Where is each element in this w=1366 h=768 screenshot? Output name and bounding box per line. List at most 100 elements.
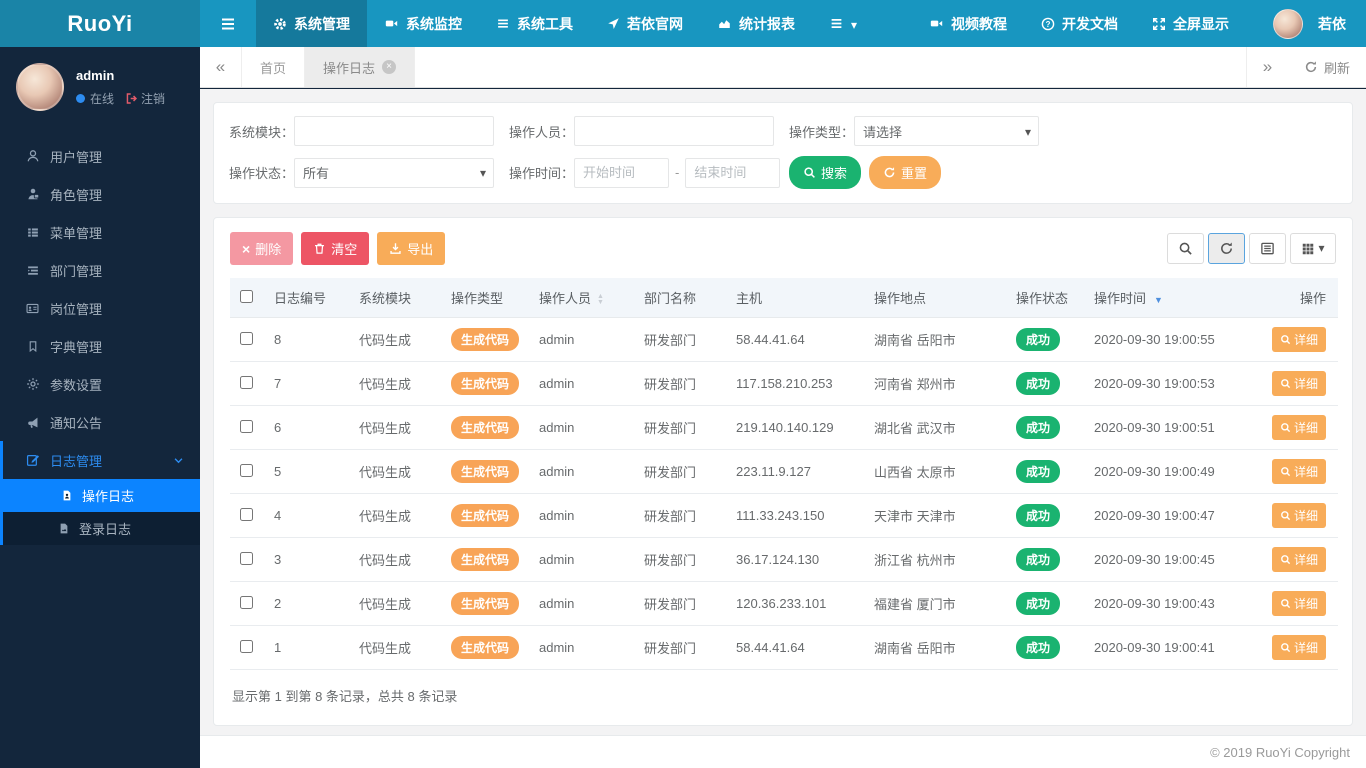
operator-input[interactable] xyxy=(574,116,774,146)
clear-button[interactable]: 清空 xyxy=(301,232,370,265)
topnav-item-系统监控[interactable]: 系统监控 xyxy=(367,0,479,47)
status-badge: 成功 xyxy=(1016,416,1061,439)
sidebar-item-部门管理[interactable]: 部门管理 xyxy=(0,251,200,289)
detail-button[interactable]: 详细 xyxy=(1271,415,1326,440)
app-logo[interactable]: RuoYi xyxy=(0,0,200,47)
user-menu[interactable]: 若依 xyxy=(1256,0,1366,47)
refresh-icon xyxy=(883,166,896,179)
time-end-input[interactable] xyxy=(685,157,781,188)
tab-refresh-button[interactable]: 刷新 xyxy=(1288,47,1366,87)
tabs-scroll-left-button[interactable] xyxy=(200,47,242,87)
topnav-item-视频教程[interactable]: 视频教程 xyxy=(912,0,1024,47)
sidebar-item-用户管理[interactable]: 用户管理 xyxy=(0,137,200,175)
export-button[interactable]: 导出 xyxy=(377,232,446,265)
table-toolbar: 删除 清空 导出 xyxy=(230,232,1336,265)
sidebar-item-通知公告[interactable]: 通知公告 xyxy=(0,403,200,441)
topnav-item-系统管理[interactable]: 系统管理 xyxy=(256,0,367,47)
status-badge: 成功 xyxy=(1016,636,1061,659)
topnav-item-开发文档[interactable]: ? 开发文档 xyxy=(1024,0,1135,47)
log-id-cell: 5 xyxy=(266,449,351,494)
status-badge: 成功 xyxy=(1016,372,1061,395)
detail-button[interactable]: 详细 xyxy=(1271,635,1326,660)
detail-button[interactable]: 详细 xyxy=(1271,459,1326,484)
page-tabs-bar: 首页 操作日志 刷新 xyxy=(200,47,1366,88)
column-header-操作人员[interactable]: 操作人员 xyxy=(531,278,636,318)
pagination-summary: 显示第 1 到第 8 条记录，总共 8 条记录 xyxy=(232,689,458,704)
host-cell: 111.33.243.150 xyxy=(728,493,866,538)
topnav-item-统计报表[interactable]: 统计报表 xyxy=(700,0,812,47)
gear-icon xyxy=(273,17,287,31)
table-refresh-button[interactable] xyxy=(1208,233,1245,264)
row-checkbox[interactable] xyxy=(239,375,253,389)
detail-button[interactable]: 详细 xyxy=(1271,503,1326,528)
status-cell: 成功 xyxy=(1008,449,1086,494)
detail-button[interactable]: 详细 xyxy=(1271,327,1326,352)
row-checkbox[interactable] xyxy=(239,463,253,477)
row-checkbox[interactable] xyxy=(239,507,253,521)
type-cell: 生成代码 xyxy=(443,405,531,450)
column-header-label: 主机 xyxy=(736,291,763,306)
row-checkbox[interactable] xyxy=(239,419,253,433)
sidebar-submenu: 操作日志登录日志 xyxy=(0,479,200,545)
close-icon[interactable] xyxy=(382,60,397,74)
sidebar-item-字典管理[interactable]: 字典管理 xyxy=(0,327,200,365)
row-checkbox[interactable] xyxy=(239,639,253,653)
sidebar-user-name: admin xyxy=(76,67,115,83)
host-cell: 219.140.140.129 xyxy=(728,405,866,450)
table-detail-view-button[interactable] xyxy=(1249,233,1286,264)
avatar[interactable] xyxy=(16,63,64,111)
table-columns-button[interactable] xyxy=(1290,233,1336,264)
status-select[interactable]: 所有 xyxy=(294,157,494,188)
delete-button[interactable]: 删除 xyxy=(230,232,294,265)
sidebar-item-岗位管理[interactable]: 岗位管理 xyxy=(0,289,200,327)
table-row: 6 代码生成 生成代码 admin 研发部门 219.140.140.129 湖… xyxy=(230,405,1338,450)
sidebar-toggle-button[interactable] xyxy=(200,0,256,47)
search-icon xyxy=(1280,334,1291,345)
row-checkbox[interactable] xyxy=(239,551,253,565)
table-row: 2 代码生成 生成代码 admin 研发部门 120.36.233.101 福建… xyxy=(230,581,1338,626)
sidebar-item-label: 登录日志 xyxy=(79,522,132,537)
location-cell: 河南省 郑州市 xyxy=(866,361,1008,406)
search-icon xyxy=(1280,510,1291,521)
sidebar-item-菜单管理[interactable]: 菜单管理 xyxy=(0,213,200,251)
sidebar: admin 在线 注销 用户管理 角色管理 菜单管理 部门管理 岗位管理 字典管理参数设置… xyxy=(0,47,200,768)
row-checkbox[interactable] xyxy=(239,595,253,609)
type-select[interactable]: 请选择 xyxy=(854,116,1039,146)
sidebar-item-日志管理[interactable]: 日志管理 xyxy=(0,441,200,479)
type-badge: 生成代码 xyxy=(451,460,520,483)
user-icon xyxy=(25,149,40,163)
nav-item-label: 系统监控 xyxy=(406,15,462,32)
sidebar-item-操作日志[interactable]: 操作日志 xyxy=(3,479,200,512)
sidebar-item-label: 参数设置 xyxy=(50,377,103,393)
time-cell: 2020-09-30 19:00:45 xyxy=(1086,537,1258,582)
tabs-scroll-right-button[interactable] xyxy=(1245,47,1288,87)
detail-button[interactable]: 详细 xyxy=(1271,591,1326,616)
sidebar-item-角色管理[interactable]: 角色管理 xyxy=(0,175,200,213)
logout-button[interactable]: 注销 xyxy=(125,90,165,107)
row-checkbox[interactable] xyxy=(239,331,253,345)
topnav-item-全屏显示[interactable]: 全屏显示 xyxy=(1135,0,1246,47)
type-badge: 生成代码 xyxy=(451,592,520,615)
tab-operation-log[interactable]: 操作日志 xyxy=(305,47,416,87)
online-status-label: 在线 xyxy=(90,91,115,106)
detail-button[interactable]: 详细 xyxy=(1271,547,1326,572)
sidebar-item-参数设置[interactable]: 参数设置 xyxy=(0,365,200,403)
topnav-item-系统工具[interactable]: 系统工具 xyxy=(479,0,590,47)
module-input[interactable] xyxy=(294,116,494,146)
detail-button[interactable]: 详细 xyxy=(1271,371,1326,396)
hamburger-icon xyxy=(829,17,844,30)
tab-home[interactable]: 首页 xyxy=(242,47,306,87)
time-start-input[interactable] xyxy=(574,157,669,188)
reset-button[interactable]: 重置 xyxy=(869,156,942,189)
search-button[interactable]: 搜索 xyxy=(789,156,862,189)
sidebar-item-登录日志[interactable]: 登录日志 xyxy=(0,512,200,545)
topnav-item-若依官网[interactable]: 若依官网 xyxy=(590,0,700,47)
select-all-checkbox[interactable] xyxy=(239,289,253,303)
table-search-toggle-button[interactable] xyxy=(1167,233,1204,264)
sort-desc-icon[interactable] xyxy=(1154,295,1163,305)
hamburger-icon xyxy=(219,16,237,32)
refresh-icon xyxy=(1304,60,1318,74)
column-header-操作时间[interactable]: 操作时间 xyxy=(1086,278,1258,318)
topnav-item-more[interactable] xyxy=(812,0,874,47)
sort-icon[interactable] xyxy=(597,294,604,306)
